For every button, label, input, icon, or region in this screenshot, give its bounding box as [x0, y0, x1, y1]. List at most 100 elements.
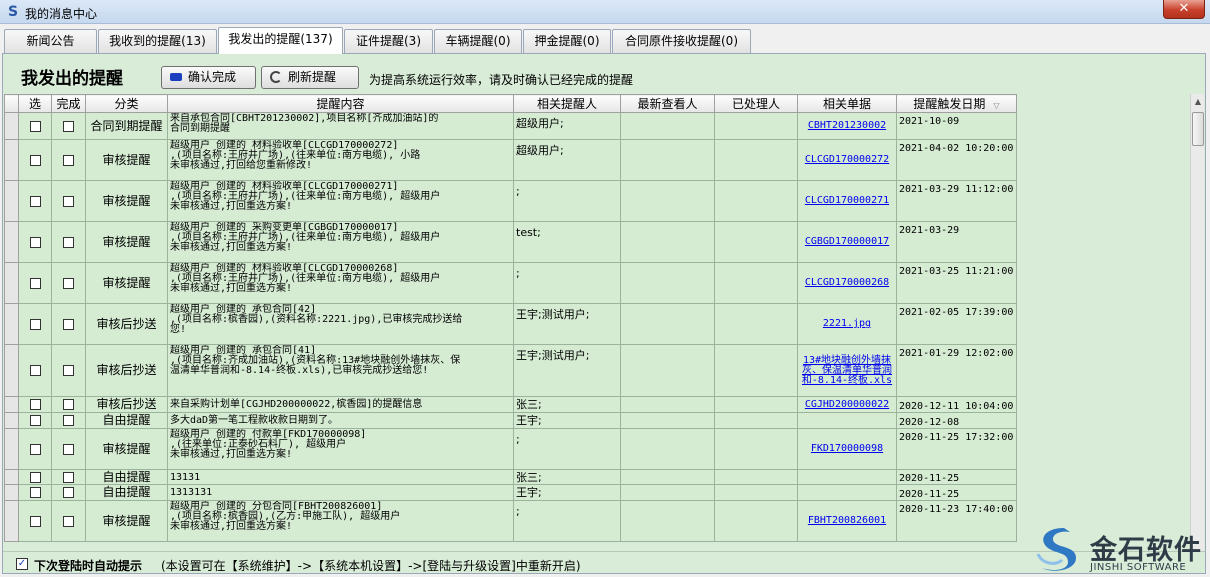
related-document-link[interactable]: CLCGD170000271 — [805, 195, 889, 206]
complete-cell[interactable] — [51, 500, 86, 542]
col-header-category[interactable]: 分类 — [85, 94, 168, 113]
select-cell[interactable] — [18, 221, 52, 263]
table-row[interactable]: 审核提醒 超级用户 创建的 付款单[FKD170000098] ,(往来单位:正泰砂… — [4, 428, 1017, 470]
complete-cell[interactable] — [51, 303, 86, 345]
complete-cell[interactable] — [51, 428, 86, 470]
row-header-cell[interactable] — [4, 303, 19, 345]
row-header-cell[interactable] — [4, 221, 19, 263]
table-row[interactable]: 审核后抄送 超级用户 创建的 承包合同[42] ,(项目名称:槟香园),(资料名称:… — [4, 303, 1017, 345]
row-header-cell[interactable] — [4, 112, 19, 140]
select-cell[interactable] — [18, 412, 52, 429]
table-row[interactable]: 自由提醒 1313131 王宇; 2020-11-25 — [4, 484, 1017, 501]
complete-checkbox[interactable] — [63, 415, 74, 427]
complete-checkbox[interactable] — [63, 236, 74, 248]
col-header-content[interactable]: 提醒内容 — [167, 94, 514, 113]
related-document-link[interactable]: FBHT200826001 — [808, 515, 886, 526]
tab-received-reminders[interactable]: 我收到的提醒(13) — [98, 29, 217, 53]
select-checkbox[interactable] — [29, 120, 41, 132]
select-checkbox[interactable] — [29, 365, 41, 377]
complete-checkbox[interactable] — [63, 120, 74, 132]
complete-checkbox[interactable] — [63, 471, 74, 483]
confirm-complete-button[interactable]: 确认完成 — [161, 66, 256, 89]
select-checkbox[interactable] — [29, 443, 41, 455]
vertical-scrollbar[interactable]: ▲ — [1190, 94, 1204, 551]
table-row[interactable]: 审核提醒 超级用户 创建的 分包合同[FBHT200826001] ,(项目名称:槟… — [4, 500, 1017, 542]
select-cell[interactable] — [18, 303, 52, 345]
select-cell[interactable] — [18, 262, 52, 304]
row-header-cell[interactable] — [4, 396, 19, 413]
complete-cell[interactable] — [51, 112, 86, 140]
table-row[interactable]: 自由提醒 13131 张三; 2020-11-25 — [4, 469, 1017, 485]
tab-contract-original-reminders[interactable]: 合同原件接收提醒(0) — [612, 29, 751, 53]
row-header-cell[interactable] — [4, 500, 19, 542]
select-checkbox[interactable] — [29, 195, 41, 207]
col-header-complete[interactable]: 完成 — [51, 94, 86, 113]
select-cell[interactable] — [18, 139, 52, 181]
close-button[interactable]: ✕ — [1163, 0, 1205, 19]
complete-checkbox[interactable] — [63, 365, 74, 377]
tab-sent-reminders[interactable]: 我发出的提醒(137) — [218, 27, 343, 54]
select-checkbox[interactable] — [29, 415, 41, 427]
complete-cell[interactable] — [51, 484, 86, 501]
complete-cell[interactable] — [51, 221, 86, 263]
tab-certificate-reminders[interactable]: 证件提醒(3) — [344, 29, 433, 53]
scroll-up-icon[interactable]: ▲ — [1191, 94, 1204, 110]
complete-checkbox[interactable] — [63, 195, 74, 207]
table-row[interactable]: 审核提醒 超级用户 创建的 采购变更单[CGBGD170000017] ,(项目名称… — [4, 221, 1017, 263]
col-header-processed-by[interactable]: 已处理人 — [714, 94, 798, 113]
select-cell[interactable] — [18, 112, 52, 140]
select-cell[interactable] — [18, 469, 52, 485]
complete-checkbox[interactable] — [63, 515, 74, 527]
col-header-related-document[interactable]: 相关单据 — [797, 94, 897, 113]
tab-deposit-reminders[interactable]: 押金提醒(0) — [523, 29, 611, 53]
complete-cell[interactable] — [51, 412, 86, 429]
select-checkbox[interactable] — [29, 515, 41, 527]
tab-news[interactable]: 新闻公告 — [4, 29, 97, 53]
related-document-link[interactable]: FKD170000098 — [811, 443, 883, 454]
select-checkbox[interactable] — [29, 471, 41, 483]
related-document-link[interactable]: CBHT201230002 — [808, 120, 886, 131]
complete-cell[interactable] — [51, 180, 86, 222]
select-cell[interactable] — [18, 180, 52, 222]
complete-checkbox[interactable] — [63, 399, 74, 411]
table-row[interactable]: 审核提醒 超级用户 创建的 材料验收单[CLCGD170000271] ,(项目名称… — [4, 180, 1017, 222]
select-cell[interactable] — [18, 396, 52, 413]
select-checkbox[interactable] — [29, 318, 41, 330]
select-checkbox[interactable] — [29, 399, 41, 411]
row-header-cell[interactable] — [4, 428, 19, 470]
complete-checkbox[interactable] — [63, 154, 74, 166]
complete-cell[interactable] — [51, 344, 86, 397]
row-header-cell[interactable] — [4, 139, 19, 181]
scroll-thumb[interactable] — [1192, 112, 1204, 146]
select-cell[interactable] — [18, 484, 52, 501]
complete-checkbox[interactable] — [63, 277, 74, 289]
table-row[interactable]: 审核提醒 超级用户 创建的 材料验收单[CLCGD170000268] ,(项目名称… — [4, 262, 1017, 304]
col-header-select[interactable]: 选 — [18, 94, 52, 113]
complete-cell[interactable] — [51, 262, 86, 304]
select-cell[interactable] — [18, 344, 52, 397]
row-header-cell[interactable] — [4, 484, 19, 501]
select-cell[interactable] — [18, 500, 52, 542]
related-document-link[interactable]: CLCGD170000272 — [805, 154, 889, 165]
row-header-cell[interactable] — [4, 180, 19, 222]
row-header-cell[interactable] — [4, 412, 19, 429]
complete-cell[interactable] — [51, 139, 86, 181]
table-row[interactable]: 审核后抄送 超级用户 创建的 承包合同[41] ,(项目名称:齐成加油站),(资料名… — [4, 344, 1017, 397]
tab-vehicle-reminders[interactable]: 车辆提醒(0) — [434, 29, 522, 53]
select-checkbox[interactable] — [29, 154, 41, 166]
row-header-cell[interactable] — [4, 262, 19, 304]
refresh-reminders-button[interactable]: 刷新提醒 — [261, 66, 359, 89]
related-document-link[interactable]: 2221.jpg — [823, 318, 871, 329]
complete-checkbox[interactable] — [63, 318, 74, 330]
related-document-link[interactable]: CGJHD200000022 — [805, 399, 889, 410]
col-header-related-people[interactable]: 相关提醒人 — [513, 94, 621, 113]
table-row[interactable]: 自由提醒 多大daD第一笔工程款收款日期到了。 王宇; 2020-12-08 — [4, 412, 1017, 429]
table-row[interactable]: 合同到期提醒 来自承包合同[CBHT201230002],项目名称[齐成加油站]的… — [4, 112, 1017, 140]
table-row[interactable]: 审核后抄送 来自采购计划单[CGJHD200000022,槟香园]的提醒信息 张三;… — [4, 396, 1017, 413]
row-header-cell[interactable] — [4, 469, 19, 485]
col-header-trigger-date[interactable]: 提醒触发日期 ▽ — [896, 94, 1017, 113]
related-document-link[interactable]: CLCGD170000268 — [805, 277, 889, 288]
auto-prompt-checkbox[interactable]: ✓ — [16, 558, 28, 570]
complete-checkbox[interactable] — [63, 487, 74, 499]
table-row[interactable]: 审核提醒 超级用户 创建的 材料验收单[CLCGD170000272] ,(项目名称… — [4, 139, 1017, 181]
